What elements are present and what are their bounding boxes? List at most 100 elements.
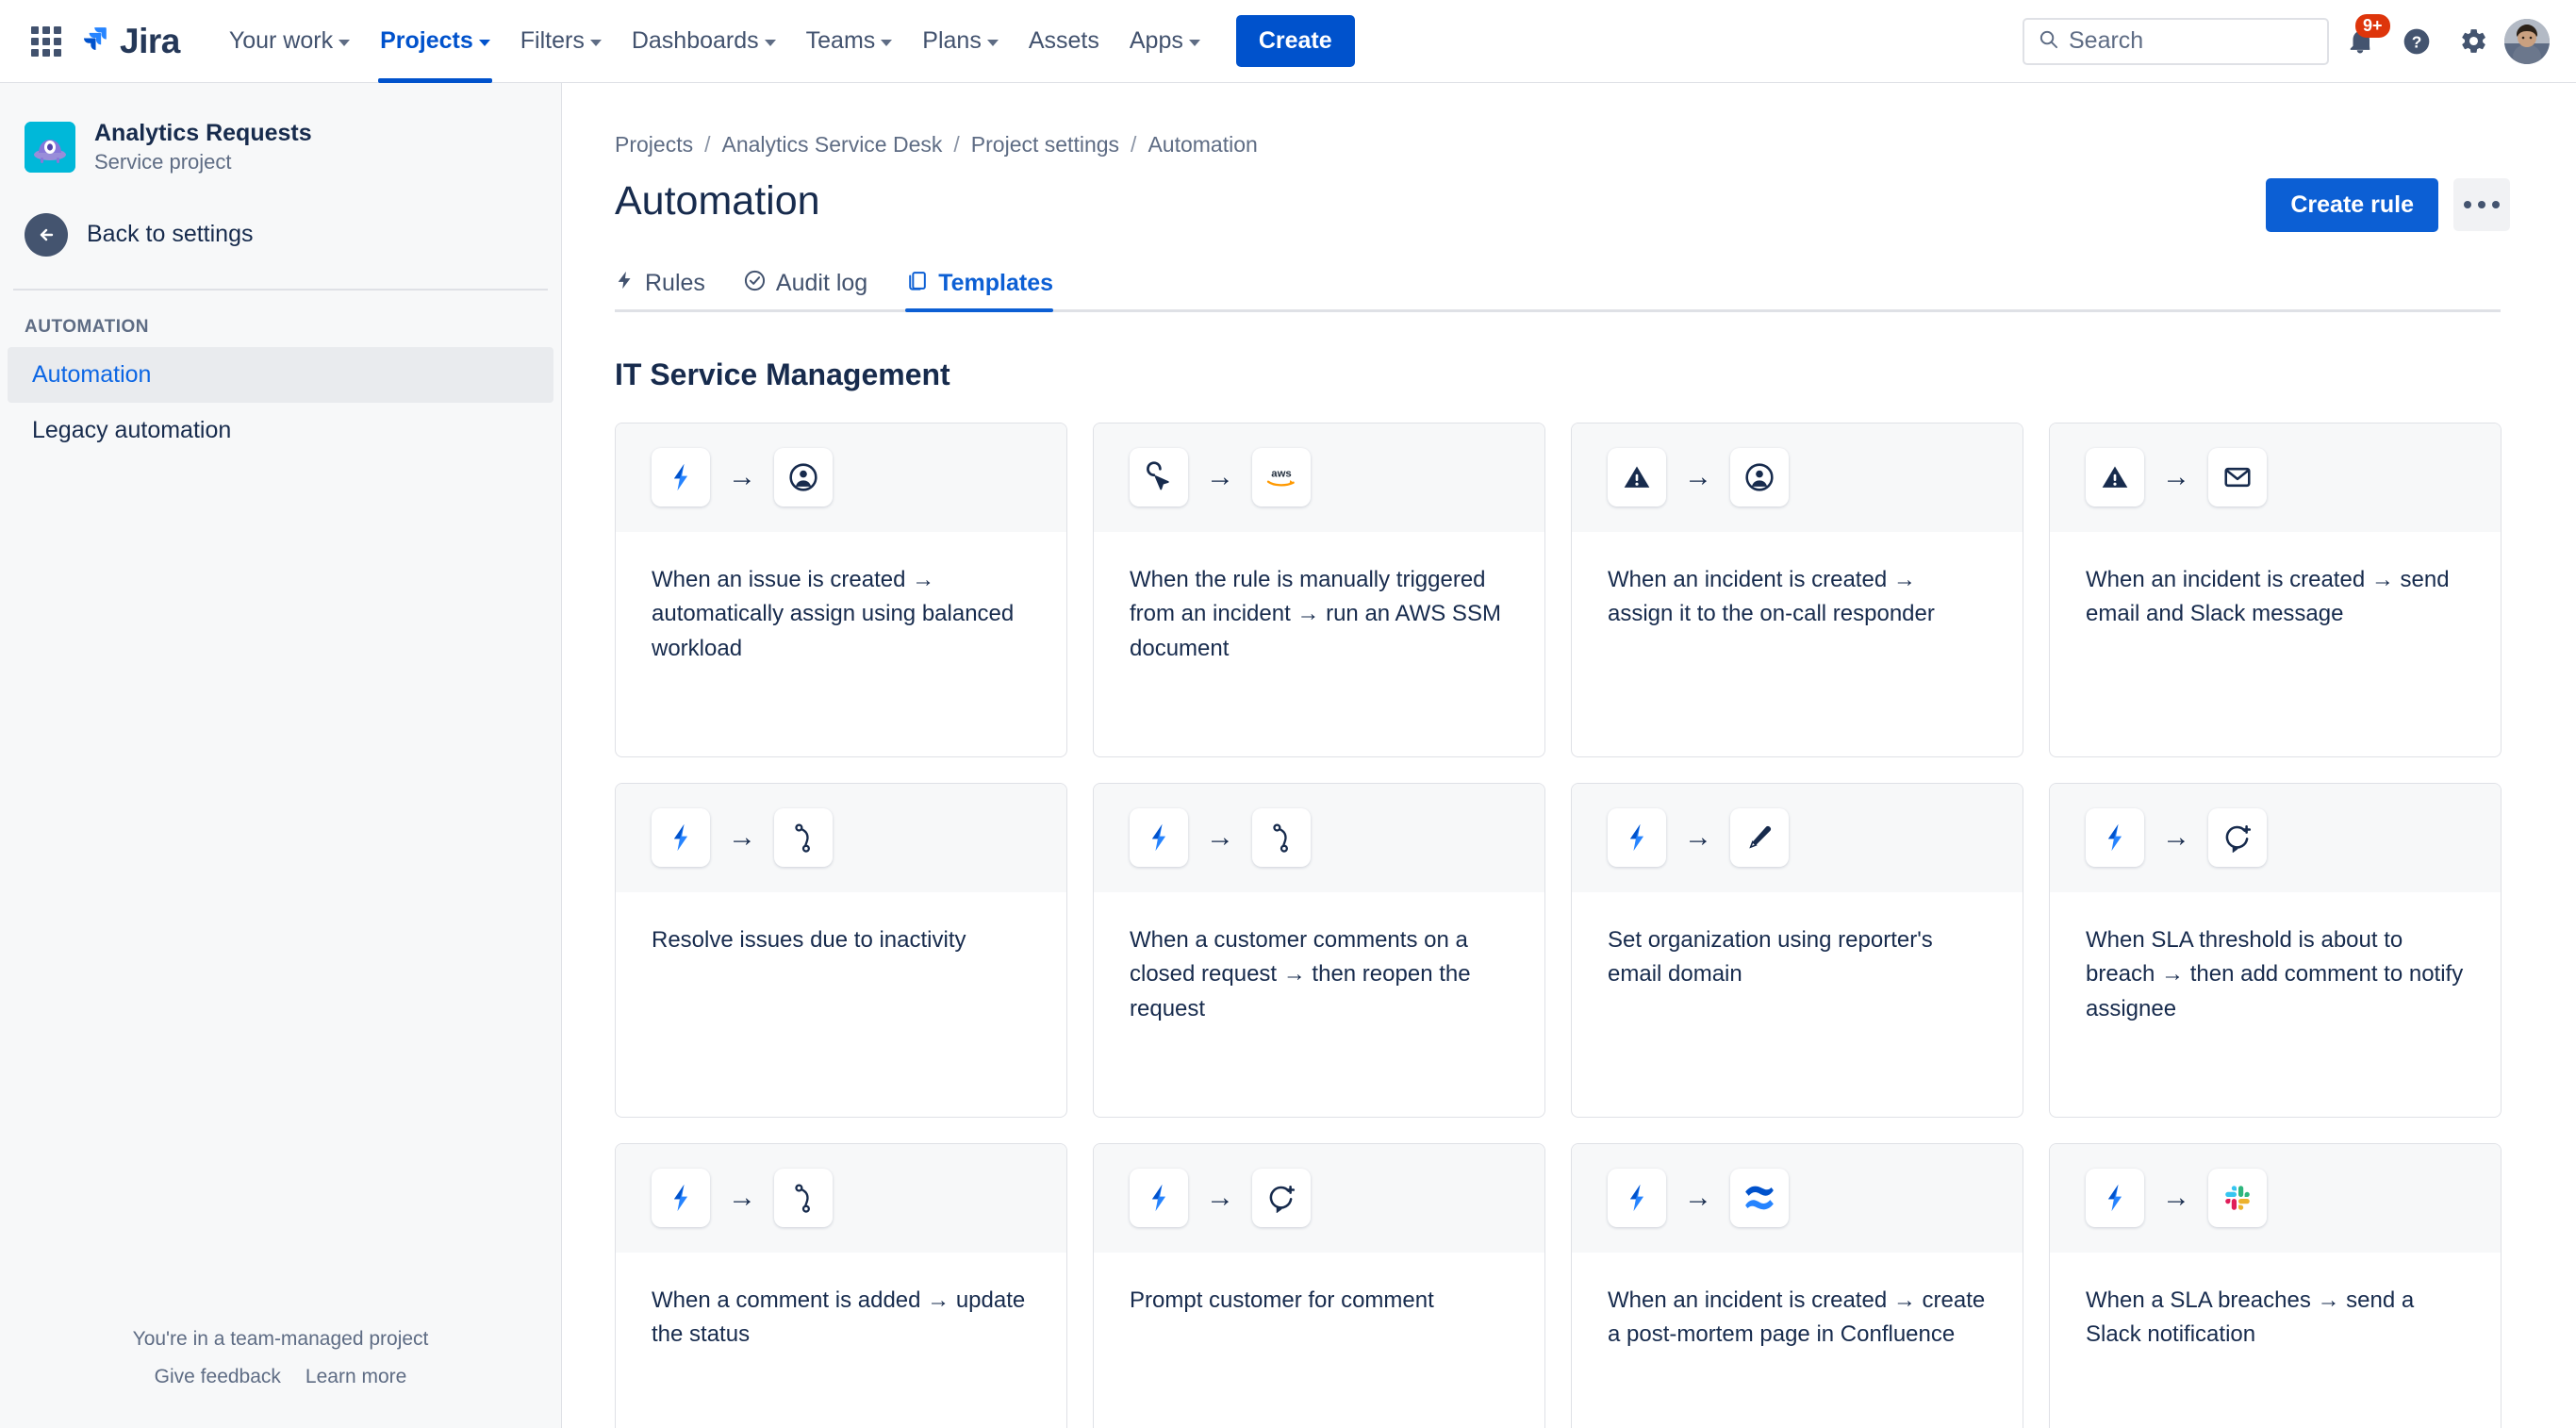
section-title-itsm: IT Service Management: [615, 357, 950, 391]
nav-plans-label: Plans: [922, 27, 982, 54]
template-card-body: Prompt customer for comment: [1094, 1253, 1544, 1318]
template-card-icons: →: [616, 783, 1066, 892]
more-actions-button[interactable]: [2453, 178, 2510, 232]
nav-dashboards[interactable]: Dashboards: [619, 18, 789, 64]
create-rule-button[interactable]: Create rule: [2266, 178, 2438, 232]
envelope-icon: [2208, 448, 2267, 507]
template-card[interactable]: → Set organization using reporter's emai…: [1571, 782, 2023, 1118]
workflow-transition-icon: [774, 808, 833, 868]
jira-bolt-icon: [2086, 1169, 2144, 1228]
template-card-grid: → When an issue is created → automatical…: [615, 422, 2576, 1428]
template-card-text: When an incident is created → assign it …: [1608, 566, 1935, 627]
breadcrumb-automation[interactable]: Automation: [1148, 132, 1257, 158]
page-title: Automation: [615, 178, 820, 224]
template-card-body: When the rule is manually triggered from…: [1094, 532, 1544, 666]
template-card-body: Resolve issues due to inactivity: [616, 892, 1066, 957]
project-sidebar: Analytics Requests Service project Back …: [0, 83, 562, 1428]
manual-cursor-icon: [1130, 448, 1188, 507]
sidebar-item-legacy-automation[interactable]: Legacy automation: [8, 403, 553, 458]
give-feedback-link[interactable]: Give feedback: [155, 1366, 281, 1388]
template-card[interactable]: → aws When the rule is manually triggere…: [1093, 422, 1545, 757]
template-card[interactable]: → Prompt customer for comment: [1093, 1142, 1545, 1428]
add-comment-icon: [2208, 808, 2267, 868]
template-card-icons: → aws: [1094, 423, 1544, 532]
project-type: Service project: [94, 150, 232, 174]
nav-assets[interactable]: Assets: [1016, 18, 1113, 64]
nav-projects[interactable]: Projects: [367, 18, 504, 83]
chevron-down-icon: [881, 39, 893, 46]
help-button[interactable]: ?: [2391, 16, 2442, 67]
lightning-bolt-icon: [615, 268, 636, 299]
learn-more-link[interactable]: Learn more: [305, 1366, 406, 1388]
page-actions: Create rule: [2266, 178, 2510, 232]
main-content: Projects / Analytics Service Desk / Proj…: [563, 83, 2576, 1428]
project-name: Analytics Requests: [94, 120, 312, 146]
nav-plans[interactable]: Plans: [909, 18, 1012, 64]
aws-icon: aws: [1252, 448, 1311, 507]
settings-button[interactable]: [2448, 16, 2499, 67]
template-card[interactable]: → When an incident is created → assign i…: [1571, 422, 2023, 757]
arrow-right-glyph: →: [728, 1182, 756, 1214]
workflow-transition-icon: [1252, 808, 1311, 868]
nav-apps[interactable]: Apps: [1116, 18, 1214, 64]
global-search[interactable]: [2023, 17, 2329, 65]
template-card[interactable]: → Resolve issues due to inactivity: [615, 782, 1067, 1118]
sidebar-item-automation[interactable]: Automation: [8, 346, 553, 403]
team-managed-note: You're in a team-managed project: [132, 1328, 429, 1350]
search-input[interactable]: [2069, 27, 2314, 55]
template-card-icons: →: [2050, 783, 2501, 892]
nav-your-work[interactable]: Your work: [216, 18, 363, 64]
jira-home-logo[interactable]: Jira: [79, 24, 180, 58]
template-card-icons: →: [1572, 1143, 2023, 1253]
user-avatar[interactable]: [2504, 18, 2550, 64]
template-card-body: When an issue is created → automatically…: [616, 532, 1066, 666]
sidebar-item-automation-label: Automation: [32, 360, 152, 388]
automation-tabs: Rules Audit log Templates: [615, 268, 2576, 312]
breadcrumb-analytics-service-desk[interactable]: Analytics Service Desk: [721, 132, 942, 158]
template-card-icons: →: [2050, 1143, 2501, 1253]
template-card-text: Resolve issues due to inactivity: [652, 926, 966, 953]
chevron-down-icon: [764, 39, 776, 46]
project-header[interactable]: Analytics Requests Service project: [0, 83, 561, 175]
template-card-body: When a SLA breaches → send a Slack notif…: [2050, 1253, 2501, 1353]
arrow-right-glyph: →: [1206, 1182, 1234, 1214]
template-card[interactable]: → When a customer comments on a closed r…: [1093, 782, 1545, 1118]
jira-bolt-icon: [1130, 1169, 1188, 1228]
arrow-right-glyph: →: [1206, 822, 1234, 854]
svg-text:aws: aws: [1271, 469, 1291, 480]
jira-wordmark: Jira: [120, 22, 180, 60]
nav-teams[interactable]: Teams: [793, 18, 906, 64]
nav-teams-label: Teams: [805, 27, 876, 54]
apps-switcher-icon[interactable]: [26, 22, 66, 61]
copy-pages-icon: [905, 269, 929, 299]
back-to-settings-link[interactable]: Back to settings: [0, 212, 561, 257]
tab-templates[interactable]: Templates: [905, 269, 1053, 312]
template-card-icons: →: [616, 1143, 1066, 1253]
template-card[interactable]: → When an incident is created → create a…: [1571, 1142, 2023, 1428]
nav-filters[interactable]: Filters: [507, 18, 615, 64]
tab-audit-log[interactable]: Audit log: [743, 269, 867, 312]
template-card[interactable]: → When an incident is created → send ema…: [2049, 422, 2502, 757]
tab-rules[interactable]: Rules: [615, 268, 705, 312]
template-card-text: Prompt customer for comment: [1130, 1287, 1434, 1313]
template-card-text: When an incident is created → create a p…: [1608, 1287, 1986, 1348]
breadcrumb-projects[interactable]: Projects: [615, 132, 693, 158]
notifications-button[interactable]: 9+: [2335, 13, 2390, 67]
arrow-right-glyph: →: [2162, 461, 2190, 493]
template-card[interactable]: → When a comment is added → update the s…: [615, 1142, 1067, 1428]
template-card-icons: →: [2050, 423, 2501, 532]
template-card[interactable]: → When an issue is created → automatical…: [615, 422, 1067, 757]
tab-audit-log-label: Audit log: [775, 270, 868, 297]
template-card-text: When a SLA breaches → send a Slack notif…: [2086, 1287, 2415, 1348]
breadcrumb-project-settings[interactable]: Project settings: [971, 132, 1119, 158]
chevron-down-icon: [339, 39, 351, 46]
jira-bolt-icon: [652, 448, 710, 507]
template-card[interactable]: → When a SLA breaches → send a Slack not…: [2049, 1142, 2502, 1428]
nav-assets-label: Assets: [1028, 27, 1099, 54]
arrow-right-glyph: →: [1206, 461, 1234, 493]
create-button[interactable]: Create: [1235, 15, 1355, 67]
template-card[interactable]: → When SLA threshold is about to breach …: [2049, 782, 2502, 1118]
project-avatar-icon: [25, 121, 75, 173]
search-icon: [2038, 28, 2059, 55]
jira-bolt-icon: [1608, 808, 1666, 868]
